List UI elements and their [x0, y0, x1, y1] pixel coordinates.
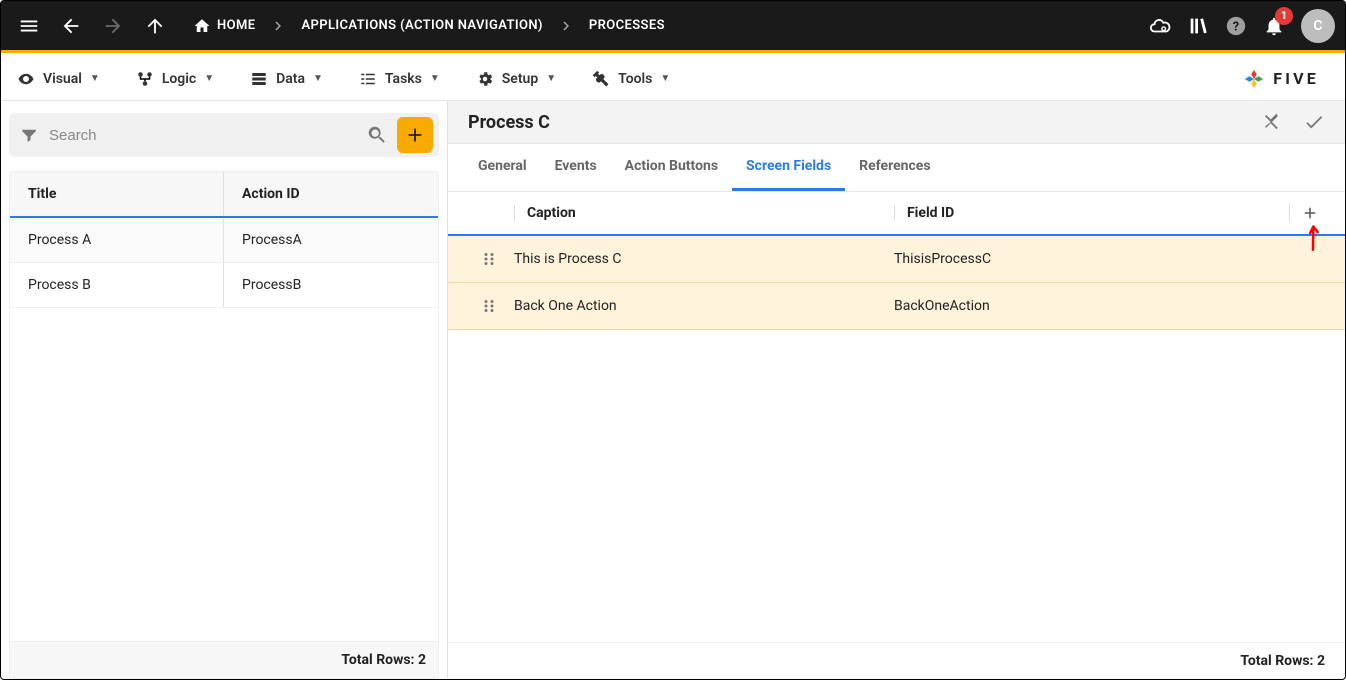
up-icon[interactable] — [137, 8, 173, 44]
menu-tools[interactable]: Tools▼ — [592, 70, 670, 88]
brand-label: FIVE — [1273, 69, 1319, 88]
menu-tasks[interactable]: Tasks▼ — [359, 70, 440, 88]
breadcrumb-home[interactable]: HOME — [187, 13, 261, 39]
menu-logic[interactable]: Logic▼ — [136, 70, 214, 88]
cell-title: Process B — [10, 263, 224, 307]
cell-action-id: ProcessA — [224, 218, 438, 262]
menu-visual[interactable]: Visual▼ — [17, 70, 100, 88]
breadcrumb-applications-label: APPLICATIONS (ACTION NAVIGATION) — [301, 18, 542, 33]
check-icon[interactable] — [1303, 111, 1325, 133]
add-button[interactable] — [397, 117, 433, 153]
search-input[interactable] — [49, 127, 357, 144]
help-icon[interactable]: ? — [1225, 15, 1247, 37]
cell-field-id: BackOneAction — [894, 298, 1329, 314]
col-action-id[interactable]: Action ID — [224, 172, 438, 216]
cell-field-id: ThisisProcessC — [894, 251, 1329, 267]
breadcrumb: HOME APPLICATIONS (ACTION NAVIGATION) PR… — [187, 13, 671, 39]
left-total-rows: Total Rows: 2 — [10, 641, 438, 678]
filter-icon[interactable] — [15, 126, 43, 144]
breadcrumb-applications[interactable]: APPLICATIONS (ACTION NAVIGATION) — [295, 14, 548, 37]
search-icon[interactable] — [363, 124, 391, 146]
tab-action-buttons[interactable]: Action Buttons — [611, 144, 732, 191]
menu-visual-label: Visual — [43, 71, 82, 87]
svg-text:?: ? — [1233, 19, 1239, 34]
menu-icon[interactable] — [11, 8, 47, 44]
menu-data[interactable]: Data▼ — [250, 70, 323, 88]
drag-handle-icon[interactable] — [464, 250, 514, 268]
tab-events[interactable]: Events — [541, 144, 611, 191]
col-caption[interactable]: Caption — [514, 205, 894, 221]
breadcrumb-processes-label: PROCESSES — [589, 18, 665, 33]
avatar[interactable]: C — [1301, 9, 1335, 43]
cloud-icon[interactable] — [1149, 15, 1171, 37]
library-icon[interactable] — [1187, 15, 1209, 37]
close-icon[interactable] — [1261, 111, 1283, 133]
field-row[interactable]: Back One ActionBackOneAction — [448, 283, 1345, 330]
process-list: Title Action ID Process AProcessAProcess… — [9, 171, 439, 679]
table-row[interactable]: Process AProcessA — [10, 218, 438, 263]
brand-logo: FIVE — [1243, 68, 1329, 90]
notifications-icon[interactable]: 1 — [1263, 15, 1285, 37]
notification-badge: 1 — [1275, 7, 1293, 25]
forward-icon — [95, 8, 131, 44]
chevron-right-icon — [557, 17, 575, 35]
menu-setup[interactable]: Setup▼ — [476, 70, 556, 88]
menu-logic-label: Logic — [162, 71, 196, 87]
table-row[interactable]: Process BProcessB — [10, 263, 438, 308]
search-bar — [9, 113, 439, 157]
cell-action-id: ProcessB — [224, 263, 438, 307]
detail-title: Process C — [468, 112, 550, 133]
right-total-rows: Total Rows: 2 — [448, 642, 1345, 679]
cell-caption: Back One Action — [514, 298, 894, 314]
tab-references[interactable]: References — [845, 144, 944, 191]
tab-screen-fields[interactable]: Screen Fields — [732, 144, 845, 191]
chevron-right-icon — [269, 17, 287, 35]
add-field-button[interactable] — [1289, 204, 1329, 222]
menu-tasks-label: Tasks — [385, 71, 422, 87]
menu-tools-label: Tools — [618, 71, 652, 87]
breadcrumb-home-label: HOME — [217, 18, 255, 33]
menu-setup-label: Setup — [502, 71, 538, 87]
cell-title: Process A — [10, 218, 224, 262]
drag-handle-icon[interactable] — [464, 297, 514, 315]
breadcrumb-processes[interactable]: PROCESSES — [583, 14, 671, 37]
back-icon[interactable] — [53, 8, 89, 44]
col-title[interactable]: Title — [10, 172, 224, 216]
field-row[interactable]: This is Process CThisisProcessC — [448, 236, 1345, 283]
col-field-id[interactable]: Field ID — [894, 205, 1289, 221]
cell-caption: This is Process C — [514, 251, 894, 267]
menu-data-label: Data — [276, 71, 305, 87]
tab-general[interactable]: General — [464, 144, 541, 191]
